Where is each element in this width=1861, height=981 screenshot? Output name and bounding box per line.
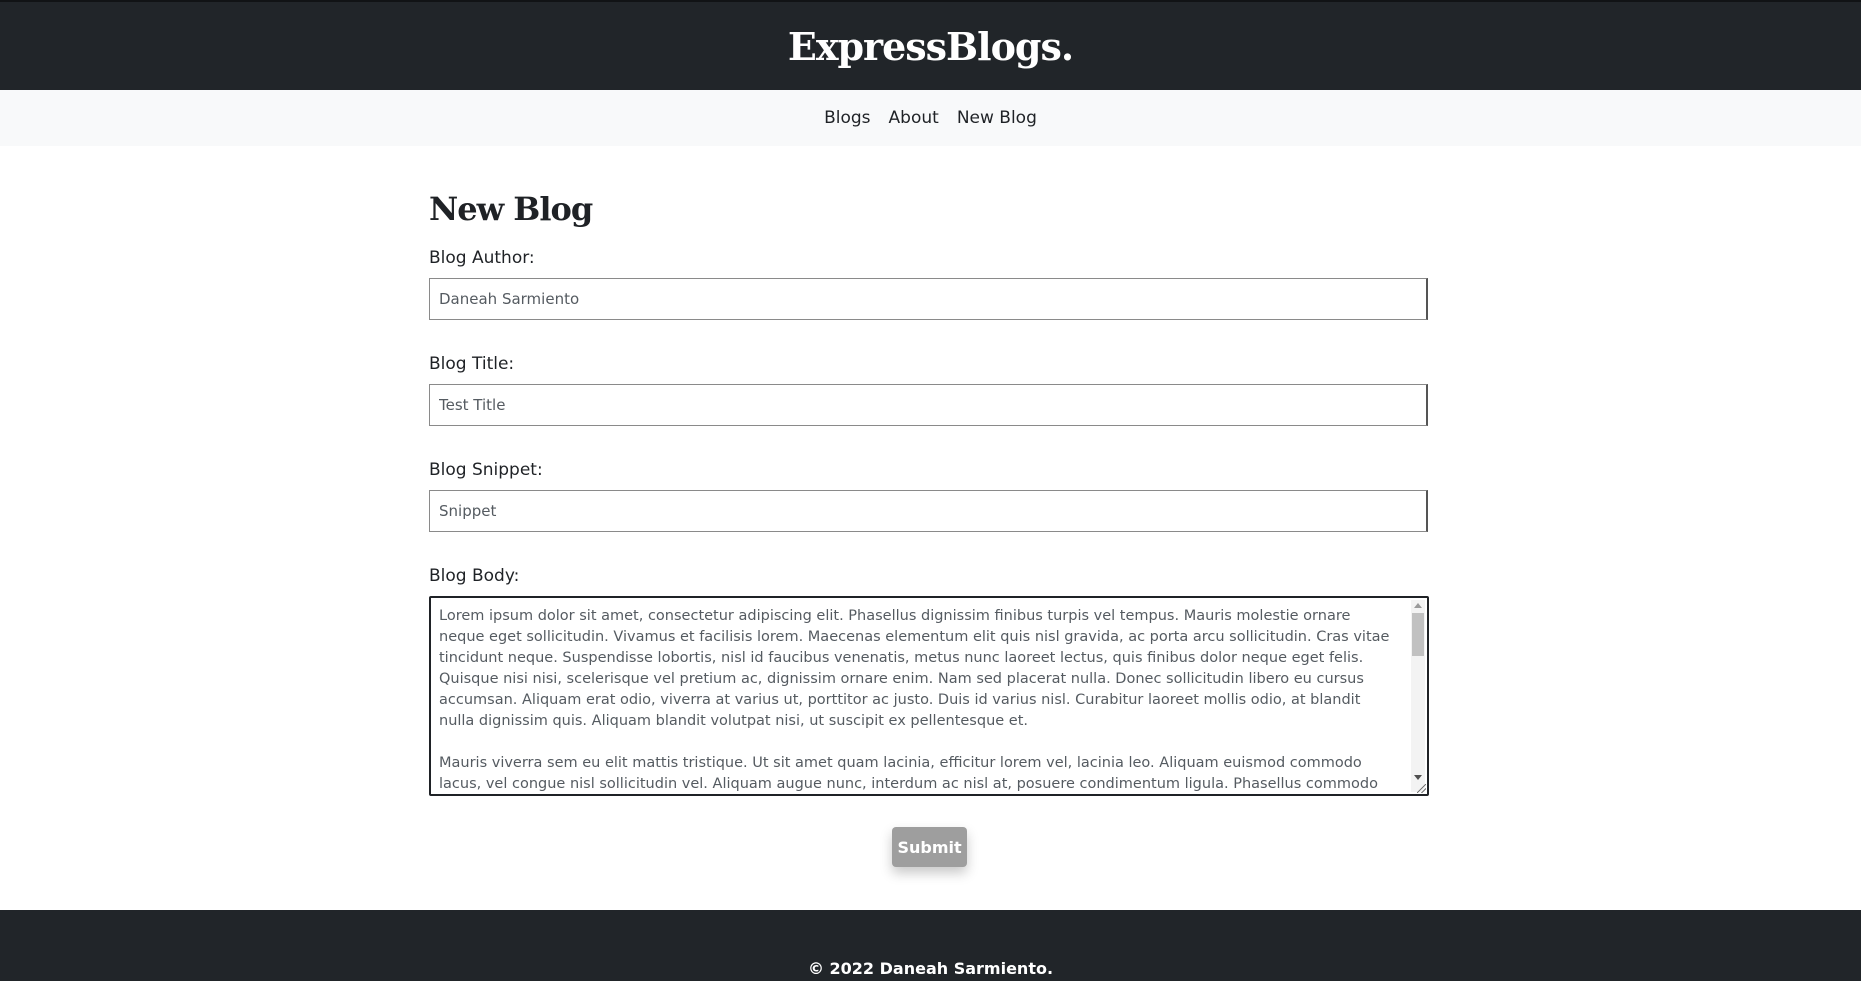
main-nav: Blogs About New Blog <box>0 90 1861 146</box>
new-blog-form: Blog Author: Blog Title: Blog Snippet: B… <box>429 248 1429 867</box>
body-scrollbar[interactable] <box>1411 600 1425 792</box>
site-logo[interactable]: ExpressBlogs. <box>788 24 1074 69</box>
title-input[interactable] <box>429 384 1428 426</box>
title-label: Blog Title: <box>429 354 515 374</box>
resize-grip-icon[interactable] <box>1417 784 1426 793</box>
footer-copyright: © 2022 Daneah Sarmiento. <box>807 959 1054 978</box>
site-footer: © 2022 Daneah Sarmiento. <box>0 910 1861 981</box>
nav-link-about[interactable]: About <box>889 108 939 128</box>
nav-link-blogs[interactable]: Blogs <box>824 108 870 128</box>
page-title: New Blog <box>429 190 593 228</box>
scroll-up-arrow-icon[interactable] <box>1414 603 1422 608</box>
title-field-group: Blog Title: <box>429 354 1428 426</box>
body-textarea-wrapper: Lorem ipsum dolor sit amet, consectetur … <box>429 596 1429 796</box>
author-label: Blog Author: <box>429 248 535 268</box>
new-blog-form-section: New Blog Blog Author: Blog Title: Blog S… <box>429 190 1429 867</box>
scroll-thumb[interactable] <box>1412 613 1424 656</box>
body-label: Blog Body: <box>429 566 520 586</box>
submit-button[interactable]: Submit <box>891 827 967 867</box>
body-textarea[interactable]: Lorem ipsum dolor sit amet, consectetur … <box>431 598 1427 794</box>
submit-row: Submit <box>429 827 1429 867</box>
nav-link-new-blog[interactable]: New Blog <box>957 108 1037 128</box>
site-header: ExpressBlogs. <box>0 0 1861 90</box>
snippet-label: Blog Snippet: <box>429 460 543 480</box>
snippet-field-group: Blog Snippet: <box>429 460 1428 532</box>
author-input[interactable] <box>429 278 1428 320</box>
snippet-input[interactable] <box>429 490 1428 532</box>
body-field-group: Blog Body: Lorem ipsum dolor sit amet, c… <box>429 566 1429 796</box>
author-field-group: Blog Author: <box>429 248 1428 320</box>
scroll-down-arrow-icon[interactable] <box>1414 775 1422 780</box>
